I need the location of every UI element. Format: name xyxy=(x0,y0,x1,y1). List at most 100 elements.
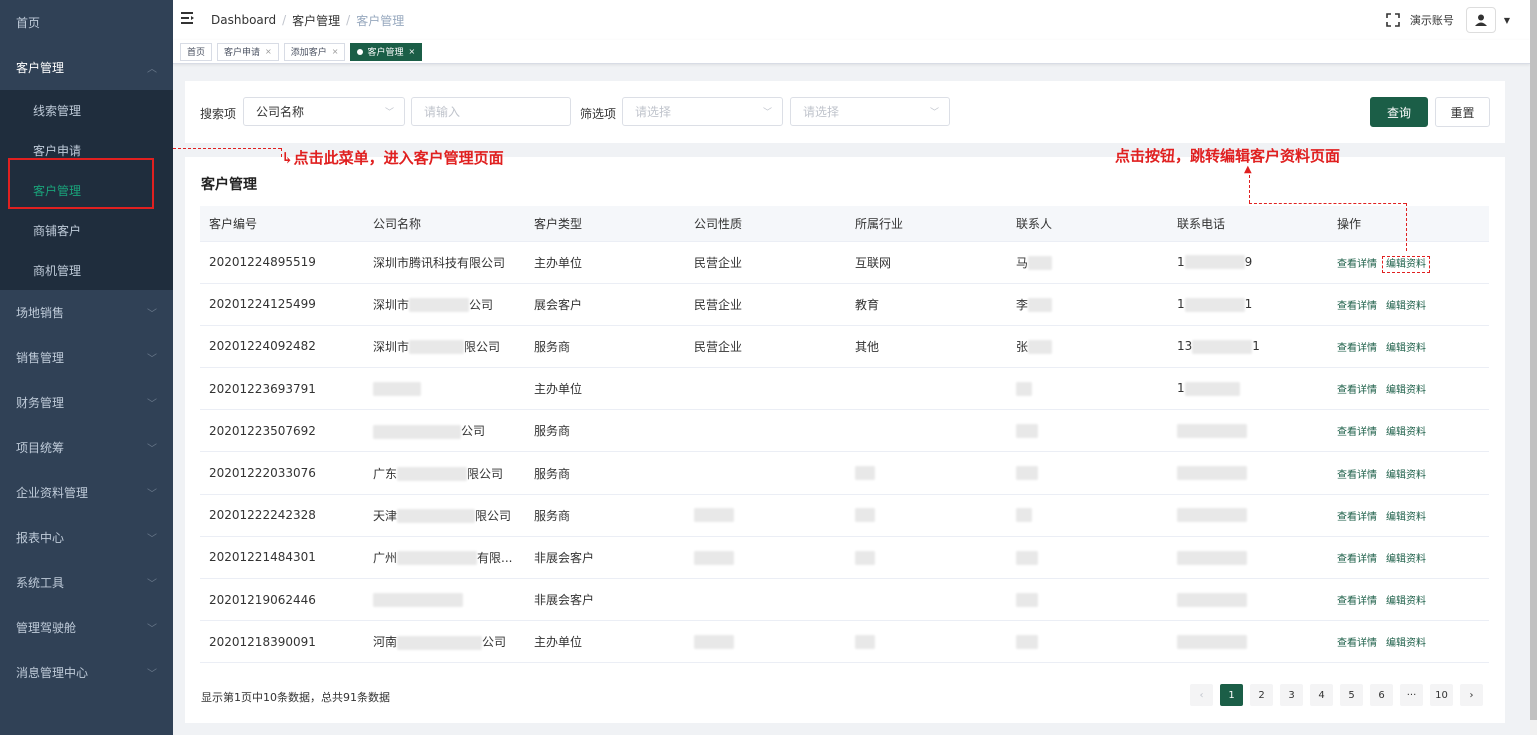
close-icon[interactable]: × xyxy=(408,47,415,56)
page-number[interactable]: 10 xyxy=(1430,684,1453,706)
header-company-nature[interactable]: 公司性质 xyxy=(685,206,846,242)
sidebar-item-finance[interactable]: 财务管理 ﹀ xyxy=(0,380,173,425)
search-input[interactable]: 请输入 xyxy=(411,97,571,126)
redacted-block xyxy=(1016,635,1038,650)
page-number[interactable]: 5 xyxy=(1340,684,1363,706)
edit-info-link[interactable]: 编辑资料 xyxy=(1386,470,1426,481)
tag-customer-application[interactable]: 客户申请 × xyxy=(217,42,279,61)
sidebar-subitem-leads[interactable]: 线索管理 xyxy=(0,90,173,130)
view-details-link[interactable]: 查看详情 xyxy=(1337,259,1377,270)
edit-info-link[interactable]: 编辑资料 xyxy=(1386,638,1426,649)
chevron-down-icon: ﹀ xyxy=(147,534,157,545)
caret-down-icon[interactable]: ▼ xyxy=(1504,16,1510,25)
breadcrumb-customer-management[interactable]: 客户管理 xyxy=(292,12,340,29)
filter-select-2[interactable]: 请选择 ﹀ xyxy=(790,97,950,126)
view-details-link[interactable]: 查看详情 xyxy=(1337,512,1377,523)
arrow-right-icon: ↳ xyxy=(281,149,294,167)
table-row[interactable]: 20201224895519 深圳市腾讯科技有限公司 主办单位 民营企业 互联网 马 1 9 查… xyxy=(200,241,1489,284)
header-customer-type[interactable]: 客户类型 xyxy=(525,206,685,242)
sidebar-item-home[interactable]: 首页 xyxy=(0,0,173,45)
search-field-select[interactable]: 公司名称 ﹀ xyxy=(243,97,405,126)
view-details-link[interactable]: 查看详情 xyxy=(1337,554,1377,565)
tag-label: 客户申请 xyxy=(224,48,261,58)
page-number[interactable]: 6 xyxy=(1370,684,1393,706)
tag-home[interactable]: 首页 xyxy=(180,42,213,61)
tag-customer-management[interactable]: 客户管理 × xyxy=(350,42,423,61)
sidebar-subitem-shop-customers[interactable]: 商铺客户 xyxy=(0,210,173,250)
breadcrumb-separator: / xyxy=(346,13,351,27)
prev-page-icon[interactable]: ‹ xyxy=(1190,684,1213,706)
cell-customer-type: 服务商 xyxy=(534,339,571,354)
view-details-link[interactable]: 查看详情 xyxy=(1337,343,1377,354)
close-icon[interactable]: × xyxy=(265,47,272,56)
sidebar-item-tools[interactable]: 系统工具 ﹀ xyxy=(0,560,173,605)
sidebar-item-cockpit[interactable]: 管理驾驶舱 ﹀ xyxy=(0,605,173,650)
sidebar-item-company-info[interactable]: 企业资料管理 ﹀ xyxy=(0,470,173,515)
table-row[interactable]: 20201222242328 天津 限公司 服务商 查看详情 编辑资料 xyxy=(200,494,1489,537)
edit-info-link[interactable]: 编辑资料 xyxy=(1386,427,1426,438)
edit-info-link[interactable]: 编辑资料 xyxy=(1386,301,1426,312)
fullscreen-icon[interactable] xyxy=(1386,13,1400,27)
table-row[interactable]: 20201222033076 广东 限公司 服务商 查看详情 编辑资料 xyxy=(200,451,1489,495)
view-details-link[interactable]: 查看详情 xyxy=(1337,301,1377,312)
scrollbar[interactable] xyxy=(1530,0,1537,735)
sidebar-item-projects[interactable]: 项目统筹 ﹀ xyxy=(0,425,173,470)
avatar[interactable] xyxy=(1465,7,1496,33)
cell-company: 深圳市腾讯科技有限公司 xyxy=(373,255,506,270)
cell-company-end: 公司 xyxy=(469,297,494,312)
header-company-name[interactable]: 公司名称 xyxy=(364,206,525,242)
header-right: 演示账号 ▼ xyxy=(1386,0,1510,40)
next-page-icon[interactable]: › xyxy=(1460,684,1483,706)
breadcrumb-dashboard[interactable]: Dashboard xyxy=(211,13,276,27)
pagination-summary: 显示第1页中10条数据，总共91条数据 xyxy=(201,691,390,704)
table-row[interactable]: 20201224125499 深圳市 公司 展会客户 民营企业 教育 李 1 1 查看详情 编辑资料 xyxy=(200,283,1489,326)
edit-info-link[interactable]: 编辑资料 xyxy=(1386,343,1426,354)
sidebar-subitem-applications[interactable]: 客户申请 xyxy=(0,130,173,170)
edit-info-link[interactable]: 编辑资料 xyxy=(1386,385,1426,396)
header-contact[interactable]: 联系人 xyxy=(1007,206,1168,242)
table-row[interactable]: 20201223693791 主办单位 1 查看详情 编辑资料 xyxy=(200,367,1489,411)
sidebar-subitem-customers[interactable]: 客户管理 xyxy=(0,170,173,210)
account-name[interactable]: 演示账号 xyxy=(1410,12,1454,28)
page-number[interactable]: 3 xyxy=(1280,684,1303,706)
edit-info-link[interactable]: 编辑资料 xyxy=(1386,512,1426,523)
tag-add-customer[interactable]: 添加客户 × xyxy=(283,42,346,61)
header-phone[interactable]: 联系电话 xyxy=(1168,206,1328,242)
sidebar-subitem-label: 线索管理 xyxy=(33,103,82,118)
tags-view: 首页 客户申请 × 添加客户 × 客户管理 × xyxy=(173,40,1530,64)
sidebar-item-venue-sales[interactable]: 场地销售 ﹀ xyxy=(0,290,173,335)
table-row[interactable]: 20201218390091 河南 公司 主办单位 查看详情 编辑资料 xyxy=(200,620,1489,664)
reset-button[interactable]: 重置 xyxy=(1435,97,1490,127)
page-number[interactable]: 1 xyxy=(1220,684,1243,706)
view-details-link[interactable]: 查看详情 xyxy=(1337,470,1377,481)
header-industry[interactable]: 所属行业 xyxy=(846,206,1007,242)
edit-info-link[interactable]: 编辑资料 xyxy=(1386,554,1426,565)
close-icon[interactable]: × xyxy=(332,47,339,56)
scrollbar-thumb[interactable] xyxy=(1530,0,1537,720)
sidebar-item-label: 企业资料管理 xyxy=(16,486,89,500)
query-button[interactable]: 查询 xyxy=(1370,97,1428,127)
table-row[interactable]: 20201221484301 广州 有限... 非展会客户 查看详情 编辑资料 xyxy=(200,536,1489,580)
filter-select-1[interactable]: 请选择 ﹀ xyxy=(622,97,783,126)
view-details-link[interactable]: 查看详情 xyxy=(1337,427,1377,438)
cell-customer-id: 20201224895519 xyxy=(209,255,316,270)
table-row[interactable]: 20201219062446 非展会客户 查看详情 编辑资料 xyxy=(200,578,1489,622)
sidebar-item-customer-management[interactable]: 客户管理 ︿ xyxy=(0,45,173,90)
sidebar-subitem-opportunities[interactable]: 商机管理 xyxy=(0,250,173,290)
view-details-link[interactable]: 查看详情 xyxy=(1337,596,1377,607)
page-ellipsis[interactable]: ··· xyxy=(1400,684,1423,706)
sidebar-subitem-label: 客户管理 xyxy=(33,183,82,198)
sidebar-item-reports[interactable]: 报表中心 ﹀ xyxy=(0,515,173,560)
page-number[interactable]: 2 xyxy=(1250,684,1273,706)
page-number[interactable]: 4 xyxy=(1310,684,1333,706)
edit-info-link[interactable]: 编辑资料 xyxy=(1382,255,1430,273)
sidebar-item-messages[interactable]: 消息管理中心 ﹀ xyxy=(0,650,173,695)
view-details-link[interactable]: 查看详情 xyxy=(1337,385,1377,396)
table-row[interactable]: 20201223507692 公司 服务商 查看详情 编辑资料 xyxy=(200,409,1489,453)
sidebar-item-sales[interactable]: 销售管理 ﹀ xyxy=(0,335,173,380)
header-customer-id[interactable]: 客户编号 xyxy=(200,206,364,242)
table-row[interactable]: 20201224092482 深圳市 限公司 服务商 民营企业 其他 张 13 1 查看详情 编辑资… xyxy=(200,325,1489,369)
edit-info-link[interactable]: 编辑资料 xyxy=(1386,596,1426,607)
hamburger-icon[interactable] xyxy=(181,12,195,28)
view-details-link[interactable]: 查看详情 xyxy=(1337,638,1377,649)
